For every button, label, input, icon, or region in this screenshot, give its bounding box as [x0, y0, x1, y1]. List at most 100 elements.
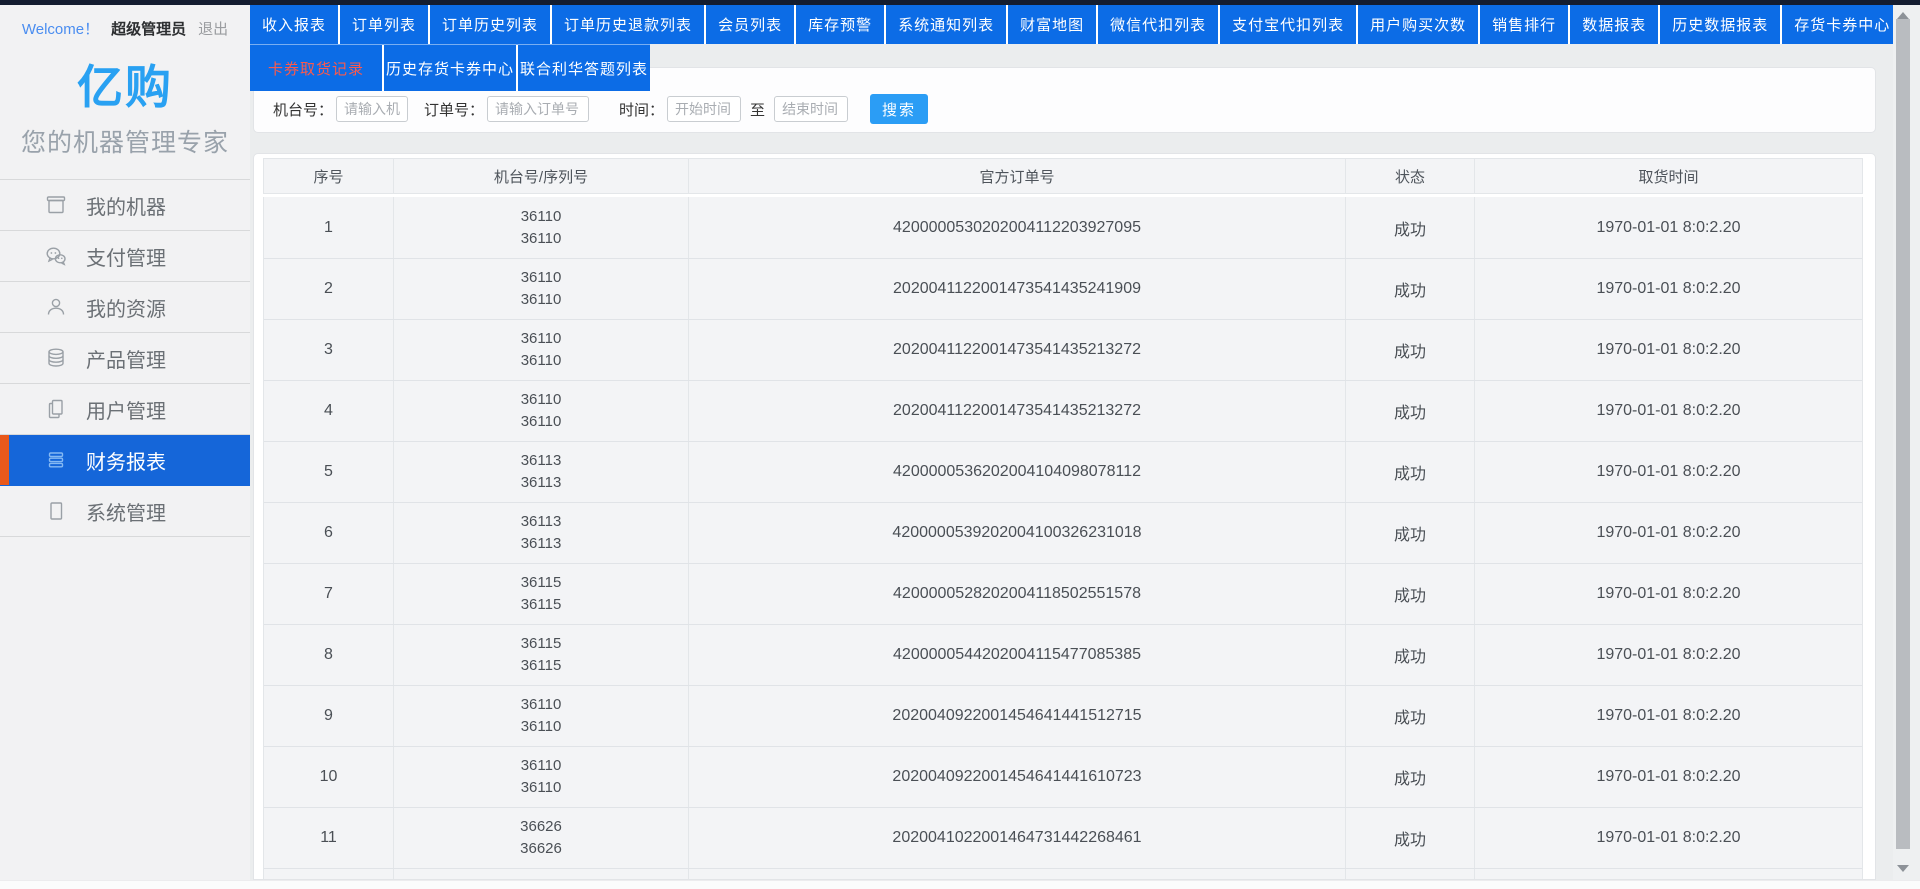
document-icon: [44, 499, 68, 523]
cell-machine-serial: 3611036110: [394, 259, 689, 319]
nav-tab-8[interactable]: 财富地图: [1008, 5, 1098, 44]
time-to-separator: 至: [750, 99, 765, 120]
horizontal-scrollbar-track[interactable]: [0, 880, 1920, 889]
nav-tab-7[interactable]: 系统通知列表: [886, 5, 1008, 44]
cell-pickup-time: 1970-01-01 8:0:2.20: [1475, 808, 1862, 868]
nav-tab-11[interactable]: 用户购买次数: [1358, 5, 1480, 44]
cell-status: 成功: [1346, 259, 1475, 319]
cell-status: 成功: [1346, 381, 1475, 441]
search-button[interactable]: 搜索: [870, 94, 928, 124]
table-column-header: 序号: [264, 159, 394, 193]
cell-order-no: 4200000544202004115477085385: [689, 625, 1346, 685]
sub-tab-1[interactable]: 卡券取货记录: [250, 45, 384, 91]
records-table: 序号机台号/序列号官方订单号状态取货时间 1 3611036110 420000…: [263, 158, 1863, 880]
cell-order-no: 2020040922001454641441512715: [689, 686, 1346, 746]
cell-status: [1346, 869, 1475, 880]
nav-tab-3[interactable]: 订单历史列表: [430, 5, 552, 44]
nav-tab-9[interactable]: 微信代扣列表: [1098, 5, 1220, 44]
cell-index: 3: [264, 320, 394, 380]
table-row: 5 3611336113 420000053620200410409807811…: [264, 441, 1862, 502]
start-time-input[interactable]: [667, 96, 741, 122]
machine-no-input[interactable]: [336, 96, 408, 122]
table-row: 8 3611536115 420000054420200411547708538…: [264, 624, 1862, 685]
sidebar-item-2[interactable]: 支付管理: [0, 231, 250, 282]
cell-pickup-time: [1475, 869, 1862, 880]
username-text: 超级管理员: [111, 18, 186, 39]
table-column-header: 官方订单号: [689, 159, 1346, 193]
cell-machine-serial: 3611536115: [394, 564, 689, 624]
cell-machine-serial: 3611036110: [394, 747, 689, 807]
nav-tab-6[interactable]: 库存预警: [796, 5, 886, 44]
cell-index: 5: [264, 442, 394, 502]
sub-tab-3[interactable]: 联合利华答题列表: [518, 45, 650, 91]
sidebar-item-6[interactable]: 财务报表: [0, 435, 250, 486]
table-row: 2 3611036110 202004112200147354143524190…: [264, 258, 1862, 319]
sidebar-item-4[interactable]: 产品管理: [0, 333, 250, 384]
main-region: 收入报表订单列表订单历史列表订单历史退款列表会员列表库存预警系统通知列表财富地图…: [250, 5, 1893, 880]
scrollbar-thumb[interactable]: [1896, 19, 1910, 849]
table-row: 7 3611536115 420000052820200411850255157…: [264, 563, 1862, 624]
brand-tagline: 您的机器管理专家: [0, 123, 250, 159]
cell-status: 成功: [1346, 747, 1475, 807]
cell-index: 1: [264, 197, 394, 258]
table-row: 1 3611036110 420000053020200411220392709…: [264, 197, 1862, 258]
time-label: 时间：: [619, 99, 664, 120]
nav-tab-2[interactable]: 订单列表: [340, 5, 430, 44]
cell-order-no: 4200000536202004104098078112: [689, 442, 1346, 502]
nav-tab-12[interactable]: 销售排行: [1480, 5, 1570, 44]
cell-pickup-time: 1970-01-01 8:0:2.20: [1475, 503, 1862, 563]
table-column-header: 状态: [1346, 159, 1475, 193]
table-row-partial: [264, 868, 1862, 880]
cell-order-no: 4200000539202004100326231018: [689, 503, 1346, 563]
scroll-down-icon[interactable]: [1897, 865, 1909, 872]
cell-index: 8: [264, 625, 394, 685]
sidebar-item-3[interactable]: 我的资源: [0, 282, 250, 333]
table-row: 6 3611336113 420000053920200410032623101…: [264, 502, 1862, 563]
sidebar-item-1[interactable]: 我的机器: [0, 180, 250, 231]
cell-pickup-time: 1970-01-01 8:0:2.20: [1475, 625, 1862, 685]
sub-tab-bar: 卡券取货记录历史存货卡券中心联合利华答题列表: [250, 44, 650, 91]
table-row: 3 3611036110 202004112200147354143521327…: [264, 319, 1862, 380]
wechat-pay-icon: [44, 244, 68, 268]
cell-machine-serial: 3611336113: [394, 442, 689, 502]
vertical-scrollbar[interactable]: [1893, 5, 1920, 880]
cell-pickup-time: 1970-01-01 8:0:2.20: [1475, 259, 1862, 319]
nav-tab-1[interactable]: 收入报表: [250, 5, 340, 44]
table-body: 1 3611036110 420000053020200411220392709…: [263, 197, 1863, 880]
cell-machine-serial: 3611036110: [394, 381, 689, 441]
window-top-border: [0, 0, 1920, 5]
database-icon: [44, 346, 68, 370]
nav-tab-13[interactable]: 数据报表: [1570, 5, 1660, 44]
nav-tab-5[interactable]: 会员列表: [706, 5, 796, 44]
cell-pickup-time: 1970-01-01 8:0:2.20: [1475, 686, 1862, 746]
cell-order-no: [689, 869, 1346, 880]
cell-order-no: 2020040922001454641441610723: [689, 747, 1346, 807]
end-time-input[interactable]: [774, 96, 848, 122]
search-form: 机台号： 订单号： 时间： 至 搜索: [273, 94, 928, 124]
table-row: 10 3611036110 20200409220014546414416107…: [264, 746, 1862, 807]
welcome-text: Welcome！: [22, 18, 99, 39]
cell-index: 9: [264, 686, 394, 746]
user-profile-icon: [44, 295, 68, 319]
cell-pickup-time: 1970-01-01 8:0:2.20: [1475, 564, 1862, 624]
cell-machine-serial: 3611036110: [394, 686, 689, 746]
nav-tab-15[interactable]: 存货卡券中心: [1782, 5, 1893, 44]
nav-tab-10[interactable]: 支付宝代扣列表: [1220, 5, 1358, 44]
nav-tab-14[interactable]: 历史数据报表: [1660, 5, 1782, 44]
cell-status: 成功: [1346, 808, 1475, 868]
cell-status: 成功: [1346, 625, 1475, 685]
sub-tab-2[interactable]: 历史存货卡券中心: [384, 45, 518, 91]
sidebar-item-5[interactable]: 用户管理: [0, 384, 250, 435]
cell-status: 成功: [1346, 197, 1475, 258]
cell-index: 4: [264, 381, 394, 441]
logout-link[interactable]: 退出: [198, 18, 228, 39]
table-row: 11 3662636626 20200410220014647314422684…: [264, 807, 1862, 868]
cell-status: 成功: [1346, 442, 1475, 502]
cell-order-no: 4200000530202004112203927095: [689, 197, 1346, 258]
order-no-input[interactable]: [487, 96, 589, 122]
table-column-header: 取货时间: [1475, 159, 1862, 193]
nav-tab-4[interactable]: 订单历史退款列表: [552, 5, 706, 44]
copy-files-icon: [44, 397, 68, 421]
sidebar-item-7[interactable]: 系统管理: [0, 486, 250, 537]
scroll-up-icon[interactable]: [1897, 12, 1909, 19]
